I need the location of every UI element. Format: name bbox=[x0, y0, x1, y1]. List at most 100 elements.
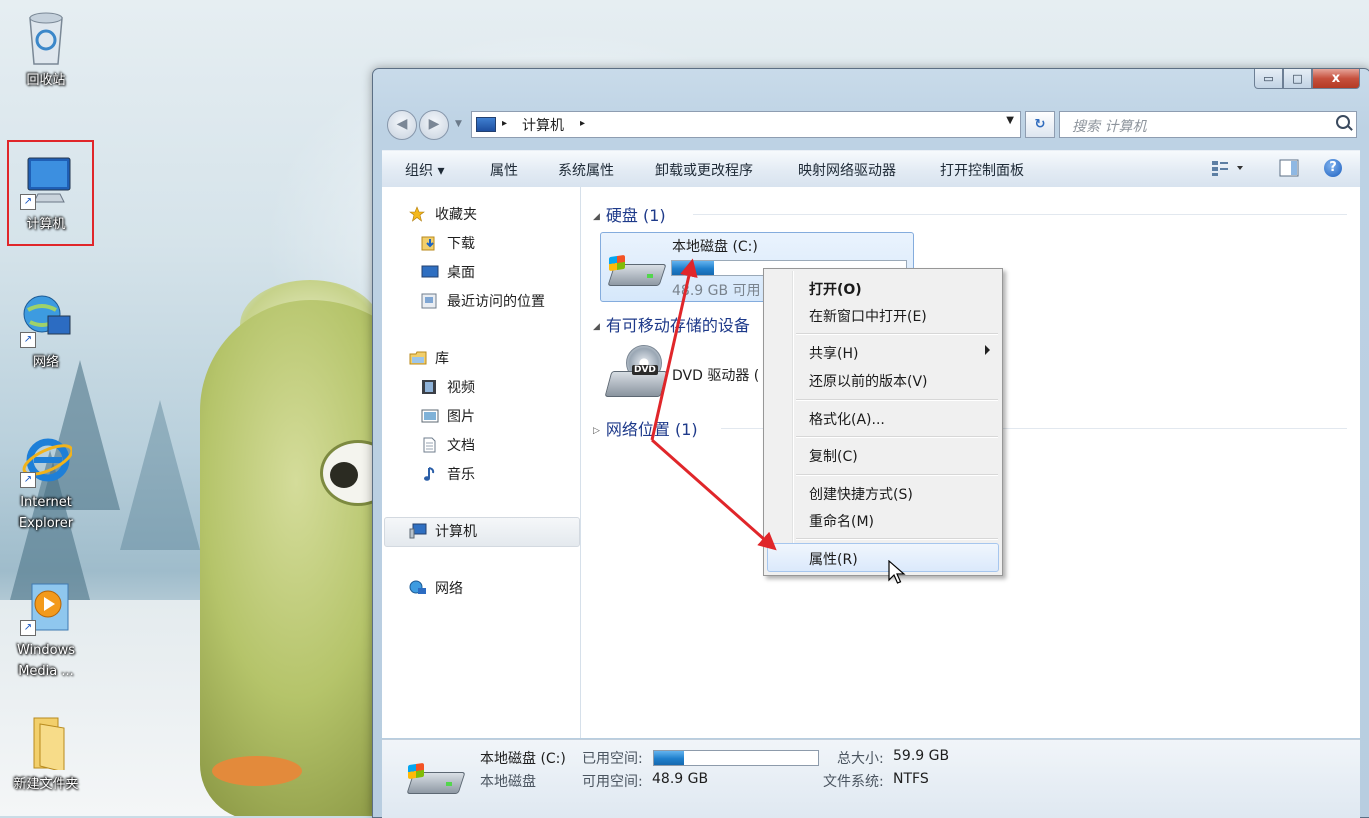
group-label: 有可移动存储的设备 bbox=[605, 316, 750, 335]
address-dropdown-icon[interactable]: ▼ bbox=[1006, 115, 1014, 126]
menu-item-open[interactable]: 打开(O) bbox=[809, 279, 862, 299]
close-button[interactable]: x bbox=[1312, 69, 1360, 89]
music-note-icon bbox=[421, 466, 437, 481]
desktop-icon-label: Internet Explorer bbox=[18, 495, 74, 531]
address-bar-row: ◀ ▶ ▼ ▸ 计算机 ▸ ▼ ↻ 搜索 计算机 bbox=[385, 109, 1357, 140]
library-folder-icon bbox=[409, 350, 427, 365]
details-usage-bar bbox=[653, 750, 819, 766]
open-control-panel-button[interactable]: 打开控制面板 bbox=[940, 160, 1024, 180]
desktop-icon-network[interactable]: ↗ 网络 bbox=[4, 292, 88, 373]
downloads-folder-icon bbox=[421, 235, 437, 251]
view-options-icon[interactable] bbox=[1211, 159, 1245, 181]
internet-explorer-icon: ↗ bbox=[20, 432, 74, 488]
mouse-cursor-icon bbox=[888, 560, 906, 584]
nav-label: 图片 bbox=[447, 409, 475, 425]
refresh-icon: ↻ bbox=[1034, 117, 1046, 132]
desktop-icon-label: 计算机 bbox=[26, 217, 66, 232]
desktop-icon-recycle-bin[interactable]: 回收站 bbox=[4, 10, 88, 91]
menu-item-format[interactable]: 格式化(A)... bbox=[809, 409, 885, 429]
network-icon: ↗ bbox=[20, 292, 72, 348]
desktop-icon-internet-explorer[interactable]: ↗ Internet Explorer bbox=[4, 432, 88, 534]
details-free-label: 可用空间: bbox=[582, 774, 643, 790]
details-drive-name: 本地磁盘 (C:) bbox=[480, 751, 566, 767]
minimize-button[interactable]: ▭ bbox=[1254, 69, 1283, 89]
details-drive-type: 本地磁盘 bbox=[480, 774, 536, 790]
recycle-bin-icon bbox=[20, 10, 72, 66]
details-usage-fill bbox=[654, 751, 684, 765]
dvd-drive-icon[interactable]: DVD bbox=[604, 345, 668, 401]
menu-item-restore-previous-versions[interactable]: 还原以前的版本(V) bbox=[809, 371, 928, 391]
pictures-icon bbox=[421, 408, 439, 423]
group-divider bbox=[693, 214, 1347, 215]
preview-pane-icon[interactable] bbox=[1279, 159, 1299, 181]
details-pane: 本地磁盘 (C:) 本地磁盘 已用空间: 可用空间: 48.9 GB 总大小: … bbox=[382, 739, 1360, 818]
nav-label: 收藏夹 bbox=[435, 207, 477, 223]
dvd-drive-label[interactable]: DVD 驱动器 ( bbox=[672, 365, 759, 385]
details-total-label: 总大小: bbox=[837, 751, 884, 767]
breadcrumb-computer[interactable]: 计算机 bbox=[522, 115, 564, 135]
wallpaper-bird-pupil bbox=[330, 462, 358, 488]
properties-button[interactable]: 属性 bbox=[490, 160, 518, 180]
menu-item-open-new-window[interactable]: 在新窗口中打开(E) bbox=[809, 306, 927, 326]
nav-label: 音乐 bbox=[447, 467, 475, 483]
desktop-icon-label: 新建文件夹 bbox=[13, 777, 79, 792]
drive-name: 本地磁盘 (C:) bbox=[672, 239, 758, 255]
details-total-value: 59.9 GB bbox=[893, 748, 950, 764]
help-icon[interactable]: ? bbox=[1324, 159, 1342, 177]
uninstall-program-button[interactable]: 卸载或更改程序 bbox=[655, 160, 753, 180]
search-icon[interactable] bbox=[1336, 115, 1350, 129]
organize-menu-button[interactable]: 组织 ▾ bbox=[405, 160, 444, 180]
nav-label: 计算机 bbox=[435, 524, 477, 540]
details-filesystem-label: 文件系统: bbox=[823, 774, 884, 790]
menu-item-properties[interactable]: 属性(R) bbox=[809, 549, 858, 569]
address-field[interactable]: ▸ 计算机 ▸ ▼ bbox=[471, 111, 1021, 138]
dvd-badge: DVD bbox=[632, 365, 658, 375]
system-properties-button[interactable]: 系统属性 bbox=[558, 160, 614, 180]
map-network-drive-button[interactable]: 映射网络驱动器 bbox=[798, 160, 896, 180]
back-button[interactable]: ◀ bbox=[387, 110, 417, 140]
menu-separator bbox=[796, 474, 998, 476]
shortcut-arrow-icon: ↗ bbox=[20, 194, 36, 210]
refresh-button[interactable]: ↻ bbox=[1025, 111, 1055, 138]
computer-small-icon bbox=[409, 523, 427, 539]
group-network-locations[interactable]: ▷ 网络位置 (1) bbox=[593, 416, 698, 440]
details-used-label: 已用空间: bbox=[582, 751, 643, 767]
nav-label: 桌面 bbox=[447, 265, 475, 281]
group-hard-disks[interactable]: ◢ 硬盘 (1) bbox=[593, 202, 666, 226]
caption-buttons: ▭ □ x bbox=[1254, 69, 1360, 89]
menu-item-rename[interactable]: 重命名(M) bbox=[809, 511, 874, 531]
windows-logo-icon bbox=[609, 254, 625, 272]
navigation-pane: 收藏夹 下载 桌面 最近访问的位置 库 视频 图片 文档 音乐 计算机 网络 bbox=[382, 187, 581, 738]
computer-small-icon bbox=[476, 117, 496, 132]
network-small-icon bbox=[409, 580, 426, 594]
hard-disk-icon bbox=[607, 254, 667, 288]
breadcrumb-separator[interactable]: ▸ bbox=[580, 118, 585, 129]
desktop-icon-label: Windows Media ... bbox=[16, 643, 76, 679]
drive-free-space: 48.9 GB 可用 bbox=[672, 283, 761, 299]
search-placeholder: 搜索 计算机 bbox=[1072, 119, 1147, 135]
group-label: 网络位置 (1) bbox=[605, 420, 698, 439]
details-free-value: 48.9 GB bbox=[652, 771, 709, 787]
desktop-icon-computer[interactable]: ↗ 计算机 bbox=[4, 154, 88, 235]
collapse-triangle-icon: ◢ bbox=[593, 322, 600, 332]
nav-label: 网络 bbox=[435, 581, 463, 597]
group-label: 硬盘 (1) bbox=[605, 206, 666, 225]
menu-separator bbox=[796, 333, 998, 335]
desktop-icon-new-folder[interactable]: 新建文件夹 bbox=[4, 714, 88, 795]
menu-item-create-shortcut[interactable]: 创建快捷方式(S) bbox=[809, 484, 913, 504]
menu-item-share[interactable]: 共享(H) bbox=[809, 343, 858, 363]
maximize-button[interactable]: □ bbox=[1283, 69, 1312, 89]
forward-button[interactable]: ▶ bbox=[419, 110, 449, 140]
menu-separator bbox=[796, 436, 998, 438]
forward-arrow-icon: ▶ bbox=[428, 116, 440, 132]
menu-item-copy[interactable]: 复制(C) bbox=[809, 446, 858, 466]
menu-separator bbox=[796, 399, 998, 401]
breadcrumb-separator[interactable]: ▸ bbox=[502, 118, 507, 129]
back-arrow-icon: ◀ bbox=[396, 116, 408, 132]
collapse-triangle-icon: ◢ bbox=[593, 212, 600, 222]
group-removable-storage[interactable]: ◢ 有可移动存储的设备 bbox=[593, 312, 750, 336]
recent-pages-dropdown-icon[interactable]: ▼ bbox=[455, 119, 462, 129]
desktop-icon-windows-media-player[interactable]: ↗ Windows Media ... bbox=[4, 580, 88, 682]
nav-label: 文档 bbox=[447, 438, 475, 454]
search-input[interactable]: 搜索 计算机 bbox=[1059, 111, 1357, 138]
